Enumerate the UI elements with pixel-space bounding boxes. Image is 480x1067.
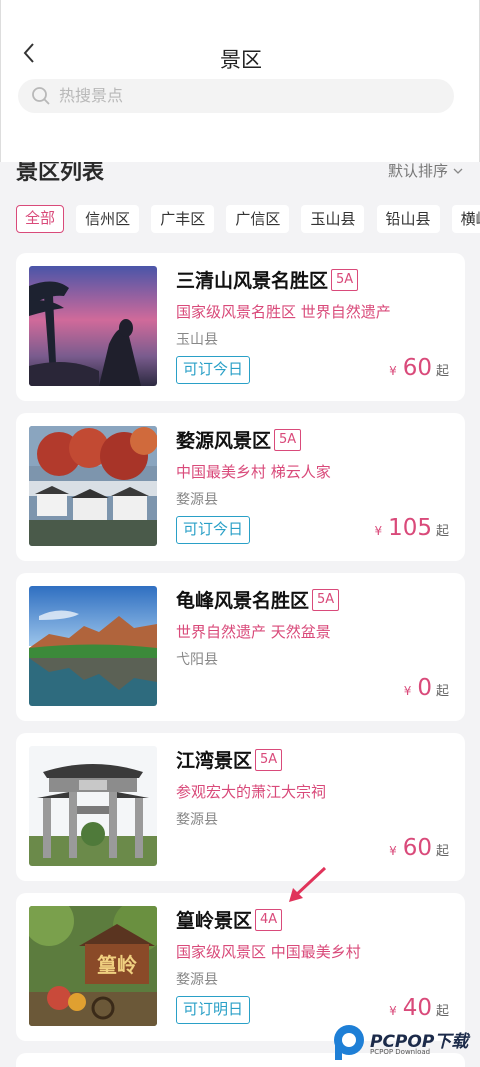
price-suffix: 起 bbox=[435, 524, 449, 539]
app-header: 景区 bbox=[0, 0, 480, 162]
scenic-spot-card[interactable]: 三清山风景名胜区 5A 国家级风景名胜区 世界自然遗产 玉山县 可订今日 ¥ 6… bbox=[16, 253, 465, 401]
grade-badge: 5A bbox=[255, 748, 283, 771]
price-amount: 105 bbox=[388, 515, 432, 541]
search-bar[interactable] bbox=[18, 79, 454, 113]
watermark: PCPOP下载 PCPOP Download bbox=[330, 1021, 480, 1067]
scenic-spot-card[interactable]: 江湾景区 5A 参观宏大的萧江大宗祠 婺源县 ¥ 60 起 bbox=[16, 733, 465, 881]
spot-thumbnail bbox=[29, 586, 157, 706]
search-icon bbox=[32, 87, 50, 105]
wuyuan-photo bbox=[29, 426, 157, 546]
region-filter-bar: 全部 信州区 广丰区 广信区 玉山县 铅山县 横峰县 bbox=[16, 205, 480, 235]
watermark-sub: PCPOP Download bbox=[370, 1048, 431, 1056]
spot-thumbnail bbox=[29, 746, 157, 866]
price-amount: 40 bbox=[402, 995, 432, 1021]
spot-county: 婺源县 bbox=[176, 812, 218, 828]
spot-county: 婺源县 bbox=[176, 972, 218, 988]
scenic-spot-card[interactable]: 婺源风景区 5A 中国最美乡村 梯云人家 婺源县 可订今日 ¥ 105 起 bbox=[16, 413, 465, 561]
book-today-button[interactable]: 可订今日 bbox=[176, 356, 251, 384]
spot-tagline: 世界自然遗产 天然盆景 bbox=[176, 623, 331, 641]
currency-symbol: ¥ bbox=[389, 844, 397, 858]
spot-tagline: 中国最美乡村 梯云人家 bbox=[176, 463, 331, 481]
price-suffix: 起 bbox=[435, 1004, 449, 1019]
grade-badge: 5A bbox=[312, 588, 340, 611]
pcpop-logo-icon bbox=[334, 1025, 364, 1060]
huangling-photo: 篁岭 bbox=[29, 906, 157, 1026]
price-suffix: 起 bbox=[435, 684, 449, 699]
spot-thumbnail bbox=[29, 426, 157, 546]
spot-price: ¥ 60 起 bbox=[389, 355, 449, 381]
price-amount: 60 bbox=[402, 355, 432, 381]
spot-tagline: 参观宏大的萧江大宗祠 bbox=[176, 783, 327, 801]
spot-price: ¥ 105 起 bbox=[374, 515, 449, 541]
spot-tagline: 国家级风景名胜区 世界自然遗产 bbox=[176, 303, 391, 321]
spot-thumbnail: 篁岭 bbox=[29, 906, 157, 1026]
jiangwan-photo bbox=[29, 746, 157, 866]
price-amount: 60 bbox=[402, 835, 432, 861]
spot-county: 婺源县 bbox=[176, 492, 218, 508]
filter-chip-guangfeng[interactable]: 广丰区 bbox=[151, 205, 215, 233]
spot-name: 篁岭景区 bbox=[176, 910, 253, 932]
spot-name: 婺源风景区 bbox=[176, 430, 272, 452]
filter-chip-xinzhou[interactable]: 信州区 bbox=[76, 205, 140, 233]
filter-chip-hengfeng[interactable]: 横峰县 bbox=[451, 205, 480, 233]
search-input[interactable] bbox=[59, 79, 439, 113]
spot-name: 三清山风景名胜区 bbox=[176, 270, 329, 292]
currency-symbol: ¥ bbox=[389, 1004, 397, 1018]
spot-name: 龟峰风景名胜区 bbox=[176, 590, 310, 612]
chevron-down-icon bbox=[453, 168, 463, 174]
price-suffix: 起 bbox=[435, 844, 449, 859]
grade-badge: 5A bbox=[274, 428, 302, 451]
currency-symbol: ¥ bbox=[389, 364, 397, 378]
sort-label: 默认排序 bbox=[387, 162, 448, 180]
list-title: 景区列表 bbox=[16, 162, 105, 185]
spot-county: 弋阳县 bbox=[176, 652, 218, 668]
filter-chip-guangxin[interactable]: 广信区 bbox=[226, 205, 290, 233]
scenic-spot-card[interactable]: 篁岭 篁岭景区 4A 国家级风景区 中国最美乡村 婺源县 可订明日 ¥ 40 起 bbox=[16, 893, 465, 1041]
grade-badge: 5A bbox=[331, 268, 359, 291]
filter-chip-yanshan[interactable]: 铅山县 bbox=[376, 205, 440, 233]
guifeng-photo bbox=[29, 586, 157, 706]
spot-name: 江湾景区 bbox=[176, 750, 253, 772]
price-amount: 0 bbox=[417, 675, 432, 701]
page-title: 景区 bbox=[220, 48, 262, 72]
spot-tagline: 国家级风景区 中国最美乡村 bbox=[176, 943, 361, 961]
filter-chip-yushan[interactable]: 玉山县 bbox=[301, 205, 365, 233]
currency-symbol: ¥ bbox=[403, 684, 412, 698]
list-header: 景区列表 默认排序 bbox=[0, 162, 480, 192]
spot-price: ¥ 40 起 bbox=[389, 995, 449, 1021]
price-suffix: 起 bbox=[435, 364, 449, 379]
currency-symbol: ¥ bbox=[374, 524, 383, 538]
scenic-spot-card[interactable]: 龟峰风景名胜区 5A 世界自然遗产 天然盆景 弋阳县 ¥ 0 起 bbox=[16, 573, 465, 721]
spot-thumbnail bbox=[29, 266, 157, 386]
spot-price: ¥ 0 起 bbox=[404, 675, 449, 701]
book-today-button[interactable]: 可订今日 bbox=[176, 516, 251, 544]
annotation-arrow-icon bbox=[289, 866, 327, 902]
filter-chip-all[interactable]: 全部 bbox=[16, 205, 65, 233]
sanqingshan-photo bbox=[29, 266, 157, 386]
grade-badge: 4A bbox=[255, 908, 283, 931]
thumb-sign-text: 篁岭 bbox=[97, 953, 137, 977]
scenic-spot-list: 三清山风景名胜区 5A 国家级风景名胜区 世界自然遗产 玉山县 可订今日 ¥ 6… bbox=[16, 253, 465, 1067]
spot-county: 玉山县 bbox=[176, 332, 218, 348]
spot-price: ¥ 60 起 bbox=[389, 835, 449, 861]
sort-dropdown[interactable]: 默认排序 bbox=[388, 162, 464, 181]
book-tomorrow-button[interactable]: 可订明日 bbox=[176, 996, 251, 1024]
